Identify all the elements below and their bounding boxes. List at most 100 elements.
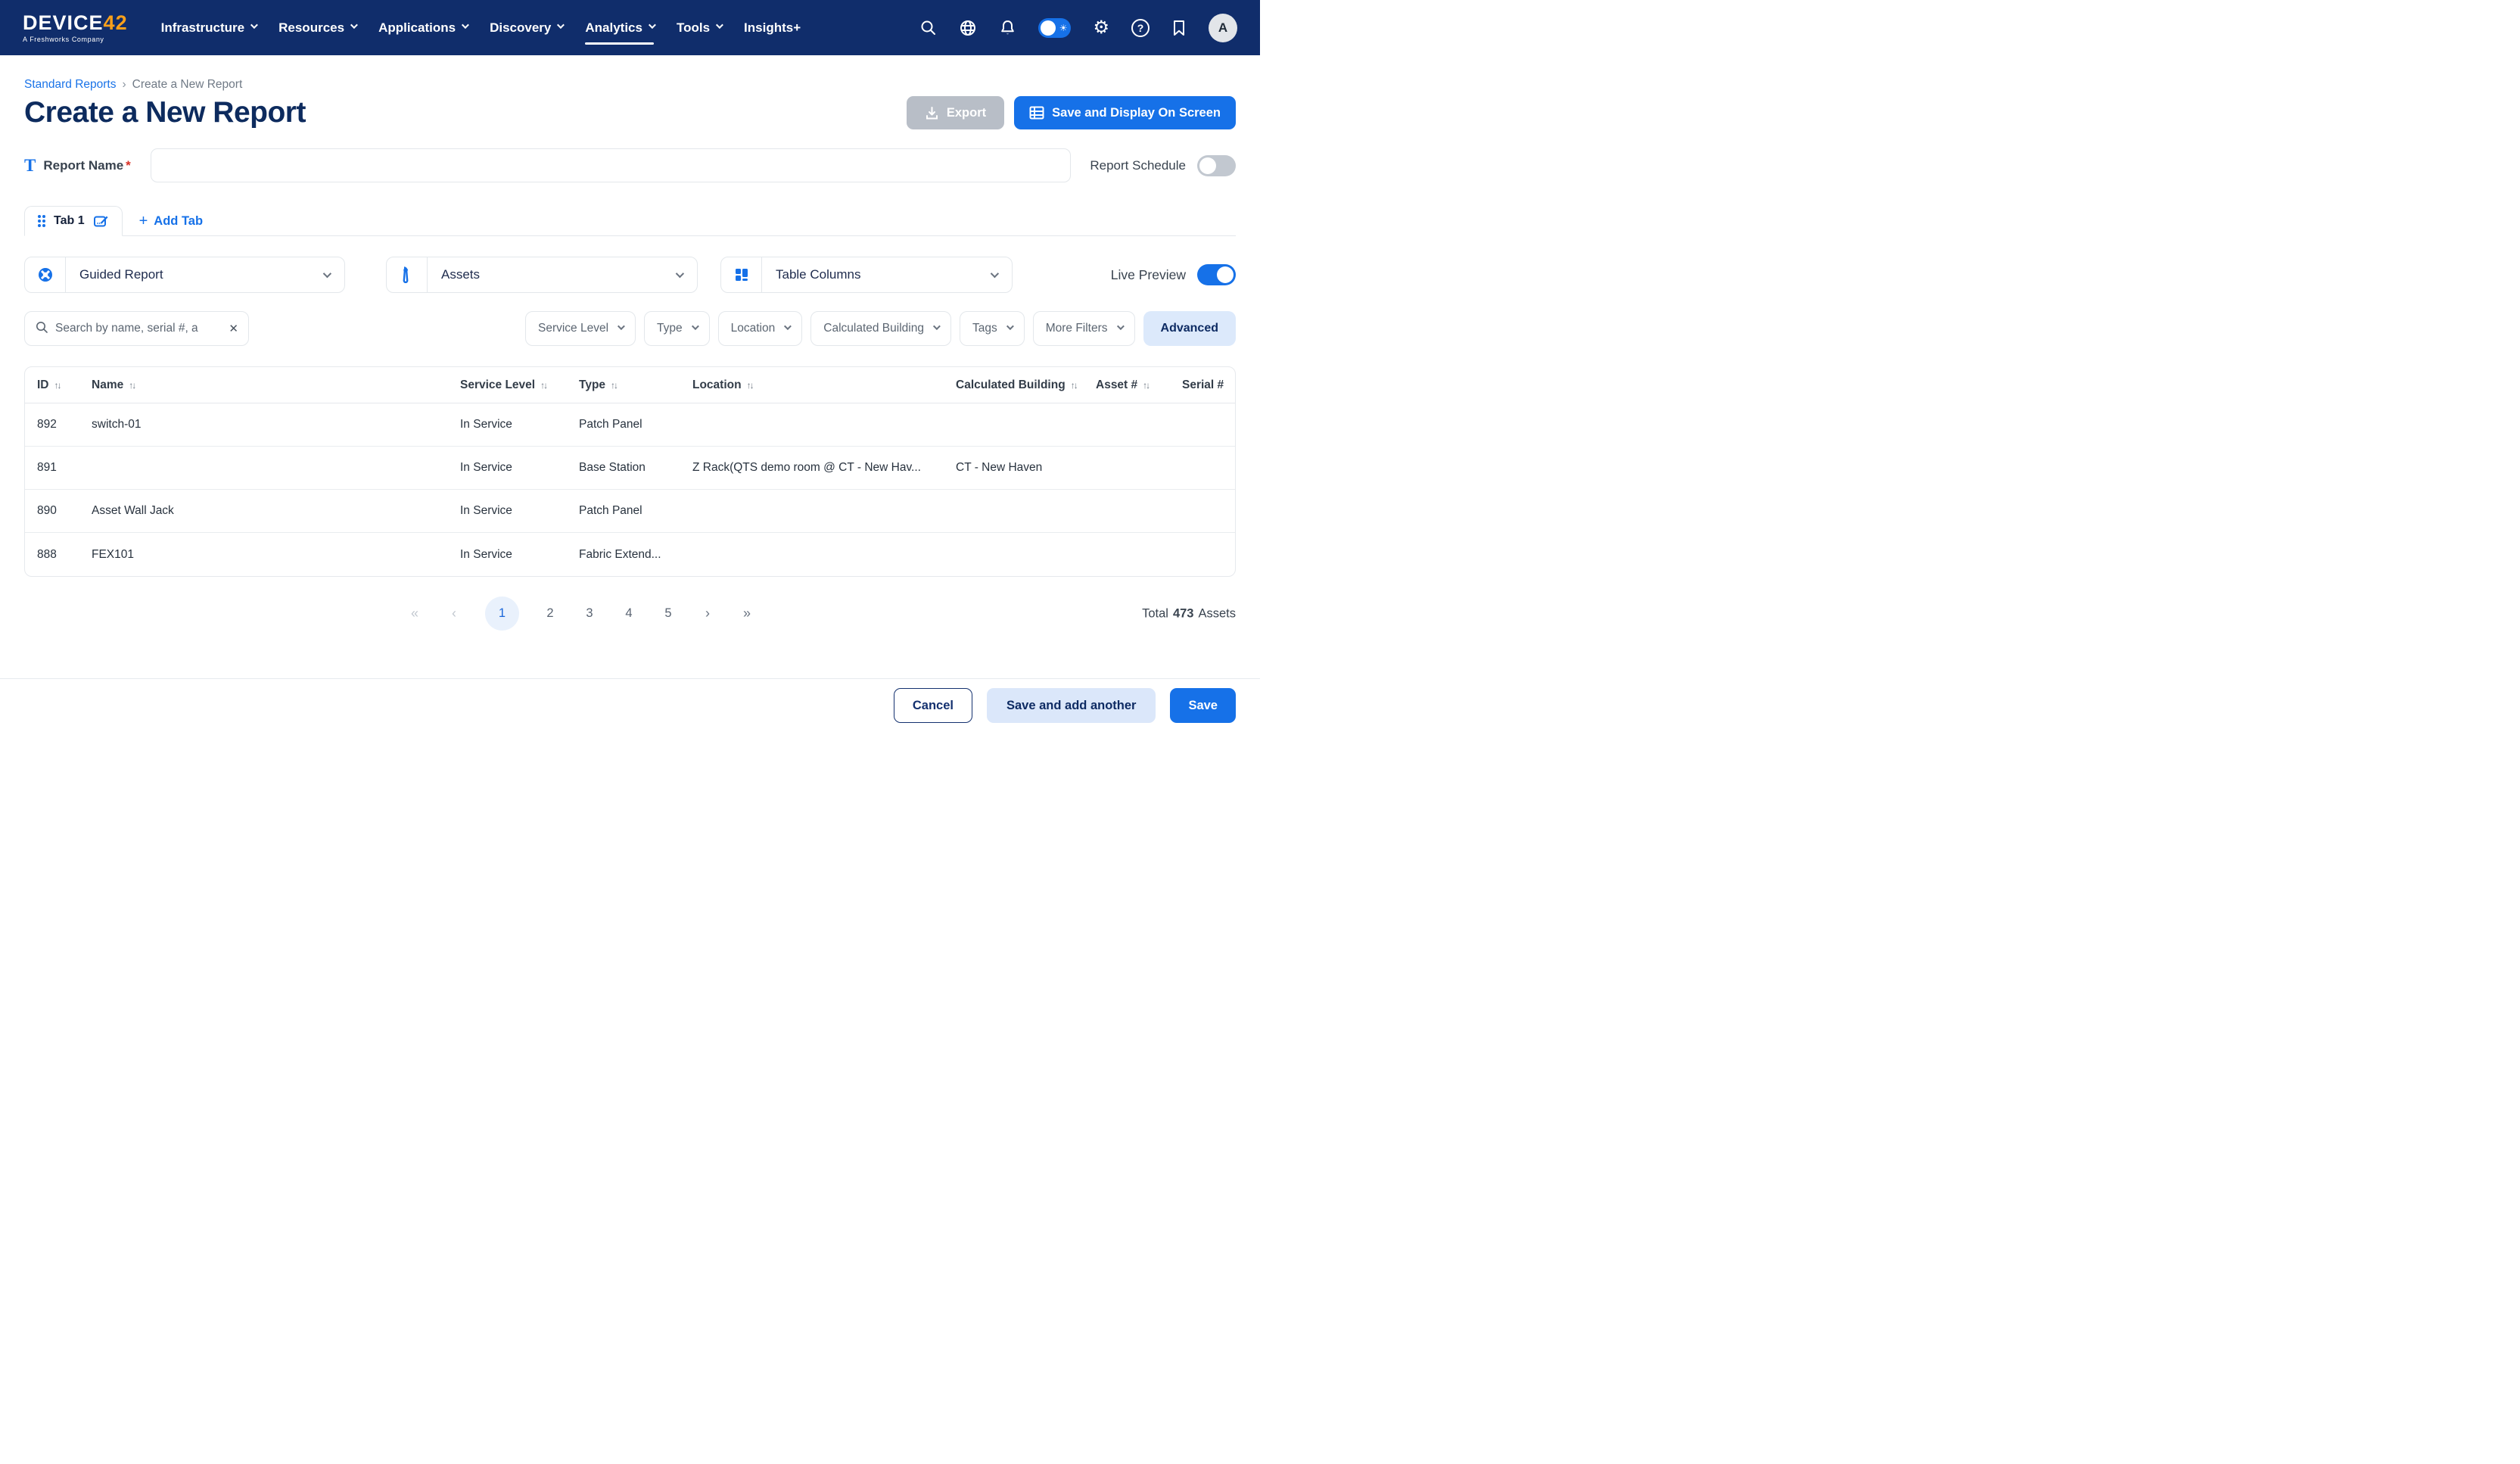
object-type-select[interactable]: Assets — [386, 257, 698, 293]
save-and-add-another-button[interactable]: Save and add another — [987, 688, 1156, 723]
table-grid-icon — [1029, 106, 1044, 120]
nav-item-tools[interactable]: Tools — [677, 0, 721, 55]
main-menu: Infrastructure Resources Applications Di… — [161, 0, 801, 55]
chevron-down-icon — [784, 322, 792, 330]
first-page-button[interactable]: « — [406, 606, 423, 621]
breadcrumb-standard-reports-link[interactable]: Standard Reports — [24, 78, 117, 92]
table-search-input[interactable] — [55, 322, 222, 335]
chevron-down-icon — [323, 269, 331, 278]
prev-page-button[interactable]: ‹ — [446, 606, 462, 621]
filter-more-filters[interactable]: More Filters — [1033, 311, 1135, 346]
pagination-row: « ‹ 1 2 3 4 5 › » Total 473 Assets — [24, 597, 1236, 631]
page-button-5[interactable]: 5 — [660, 606, 677, 621]
filter-type[interactable]: Type — [644, 311, 710, 346]
report-name-row: T Report Name* Report Schedule — [24, 148, 1236, 182]
nav-item-discovery[interactable]: Discovery — [490, 0, 562, 55]
report-type-value: Guided Report — [79, 267, 163, 282]
save-button[interactable]: Save — [1170, 688, 1236, 723]
chevron-down-icon — [1116, 322, 1124, 330]
notifications-bell-icon[interactable] — [999, 19, 1016, 37]
column-header-serial-num[interactable]: Serial # — [1170, 367, 1235, 403]
main-content: Standard Reports › Create a New Report C… — [0, 55, 1260, 678]
filter-location[interactable]: Location — [718, 311, 803, 346]
navbar-actions: ☀ ⚙ ? A — [919, 14, 1237, 42]
tab-1[interactable]: Tab 1 — [24, 206, 123, 236]
nav-item-analytics[interactable]: Analytics — [585, 0, 654, 55]
chevron-down-icon — [462, 21, 469, 29]
theme-toggle[interactable]: ☀ — [1038, 18, 1071, 38]
report-schedule-toggle[interactable] — [1197, 155, 1236, 176]
assets-table: ID↑↓ Name↑↓ Service Level↑↓ Type↑↓ Locat… — [24, 366, 1236, 577]
last-page-button[interactable]: » — [739, 606, 755, 621]
filter-service-level[interactable]: Service Level — [525, 311, 636, 346]
breadcrumb-separator: › — [123, 78, 126, 92]
page-button-4[interactable]: 4 — [621, 606, 637, 621]
column-header-service-level[interactable]: Service Level↑↓ — [448, 367, 567, 403]
report-name-label: Report Name* — [43, 158, 130, 173]
filter-calculated-building[interactable]: Calculated Building — [810, 311, 951, 346]
page: DEVICE42 A Freshworks Company Infrastruc… — [0, 0, 1260, 732]
edit-tab-icon[interactable] — [93, 213, 109, 229]
search-icon[interactable] — [919, 19, 937, 36]
column-header-name[interactable]: Name↑↓ — [79, 367, 448, 403]
nav-item-insights[interactable]: Insights+ — [744, 0, 801, 55]
drag-handle-icon[interactable] — [38, 215, 45, 227]
globe-icon[interactable] — [959, 19, 977, 37]
wrench-icon — [387, 257, 428, 292]
chevron-down-icon — [350, 21, 358, 29]
footer-bar: Cancel Save and add another Save — [0, 678, 1260, 732]
next-page-button[interactable]: › — [699, 606, 716, 621]
live-preview-control: Live Preview — [1111, 264, 1236, 285]
cancel-button[interactable]: Cancel — [894, 688, 972, 723]
report-name-input[interactable] — [151, 148, 1071, 182]
logo[interactable]: DEVICE42 A Freshworks Company — [23, 13, 128, 43]
bookmark-icon[interactable] — [1171, 19, 1187, 37]
report-type-select[interactable]: Guided Report — [24, 257, 345, 293]
filter-tags[interactable]: Tags — [960, 311, 1025, 346]
clear-search-icon[interactable]: ✕ — [229, 322, 238, 335]
page-button-2[interactable]: 2 — [542, 606, 558, 621]
column-header-id[interactable]: ID↑↓ — [25, 367, 79, 403]
filter-chips: Service Level Type Location Calculated B… — [525, 311, 1236, 346]
page-button-3[interactable]: 3 — [581, 606, 598, 621]
title-row: Create a New Report Export Save and Disp… — [24, 96, 1236, 129]
table-row[interactable]: 892 switch-01 In Service Patch Panel — [25, 403, 1235, 447]
logo-wordmark: DEVICE42 — [23, 13, 128, 33]
sort-icon: ↑↓ — [540, 380, 546, 391]
chevron-down-icon — [618, 322, 625, 330]
top-navbar: DEVICE42 A Freshworks Company Infrastruc… — [0, 0, 1260, 55]
export-button[interactable]: Export — [907, 96, 1004, 129]
breadcrumb: Standard Reports › Create a New Report — [24, 78, 1236, 92]
live-preview-label: Live Preview — [1111, 267, 1186, 283]
column-header-asset-num[interactable]: Asset #↑↓ — [1084, 367, 1170, 403]
chevron-down-icon — [1006, 322, 1014, 330]
nav-item-infrastructure[interactable]: Infrastructure — [161, 0, 257, 55]
table-search: ✕ — [24, 311, 249, 346]
table-row[interactable]: 888 FEX101 In Service Fabric Extend... — [25, 533, 1235, 576]
nav-item-resources[interactable]: Resources — [278, 0, 356, 55]
page-button-1[interactable]: 1 — [485, 597, 519, 631]
column-header-location[interactable]: Location↑↓ — [680, 367, 944, 403]
logo-42: 42 — [104, 11, 128, 34]
tabs-bar: Tab 1 + Add Tab — [24, 206, 1236, 236]
chevron-down-icon — [692, 322, 699, 330]
plus-icon: + — [139, 213, 148, 229]
filter-row: ✕ Service Level Type Location Calculated… — [24, 311, 1236, 346]
avatar[interactable]: A — [1209, 14, 1237, 42]
search-icon — [35, 320, 48, 338]
live-preview-toggle[interactable] — [1197, 264, 1236, 285]
report-schedule-label: Report Schedule — [1090, 158, 1186, 173]
nav-item-applications[interactable]: Applications — [378, 0, 467, 55]
save-and-display-button[interactable]: Save and Display On Screen — [1014, 96, 1236, 129]
advanced-filters-button[interactable]: Advanced — [1143, 311, 1236, 346]
column-header-type[interactable]: Type↑↓ — [567, 367, 680, 403]
table-row[interactable]: 890 Asset Wall Jack In Service Patch Pan… — [25, 490, 1235, 533]
help-icon[interactable]: ? — [1131, 19, 1150, 37]
column-header-calculated-building[interactable]: Calculated Building↑↓ — [944, 367, 1084, 403]
logo-tagline: A Freshworks Company — [23, 36, 128, 43]
table-row[interactable]: 891 In Service Base Station Z Rack(QTS d… — [25, 447, 1235, 490]
add-tab-button[interactable]: + Add Tab — [139, 213, 203, 229]
settings-gear-icon[interactable]: ⚙ — [1093, 19, 1109, 37]
columns-select[interactable]: Table Columns — [720, 257, 1013, 293]
toggle-knob — [1199, 157, 1216, 174]
